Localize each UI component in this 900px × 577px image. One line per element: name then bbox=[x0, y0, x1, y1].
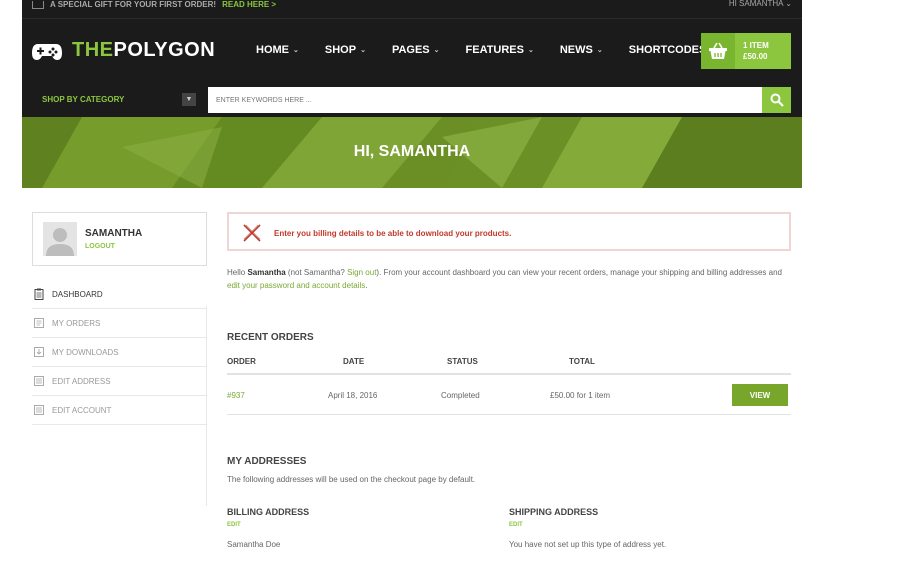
account-menu[interactable]: HI SAMANTHA ⌄ bbox=[729, 0, 792, 8]
orders-table-header: ORDER DATE STATUS TOTAL bbox=[227, 357, 791, 375]
chevron-down-icon: ⌄ bbox=[433, 47, 440, 54]
search-bar: SHOP BY CATEGORY ▼ bbox=[22, 82, 802, 117]
nav-item-shop[interactable]: SHOP ⌄ bbox=[325, 44, 366, 56]
alert-message: Enter you billing details to be able to … bbox=[274, 229, 512, 238]
avatar bbox=[43, 222, 77, 256]
order-date: April 18, 2016 bbox=[328, 391, 378, 400]
chevron-down-icon: ⌄ bbox=[785, 0, 792, 8]
sidebar-item-label: MY ORDERS bbox=[52, 318, 101, 328]
nav-item-features[interactable]: FEATURES ⌄ bbox=[466, 44, 534, 56]
column-header-status: STATUS bbox=[447, 357, 478, 366]
profile-card: SAMANTHA LOGOUT bbox=[32, 212, 207, 266]
chevron-down-icon: ⌄ bbox=[293, 47, 299, 54]
main-nav: HOME ⌄ SHOP ⌄ PAGES ⌄ FEATURES ⌄ NEWS ⌄ SHORT… bbox=[256, 44, 732, 56]
dashboard-intro: Hello Samantha (not Samantha? Sign out).… bbox=[227, 266, 792, 292]
logout-link[interactable]: LOGOUT bbox=[85, 243, 115, 250]
order-status: Completed bbox=[441, 391, 480, 400]
chevron-down-icon: ⌄ bbox=[527, 47, 534, 54]
shipping-address-heading: SHIPPING ADDRESS bbox=[509, 507, 599, 517]
nav-label: SHOP bbox=[324, 44, 357, 56]
cart-item-count: 1 ITEM bbox=[743, 41, 769, 50]
error-x-icon bbox=[243, 224, 261, 242]
top-bar: A SPECIAL GIFT FOR YOUR FIRST ORDER! REA… bbox=[22, 0, 802, 18]
promo-link[interactable]: READ HERE > bbox=[222, 1, 276, 9]
site-logo[interactable]: THEPOLYGON bbox=[32, 39, 215, 62]
gamepad-icon bbox=[32, 43, 62, 60]
clipboard-icon bbox=[34, 288, 44, 300]
sidebar-item-edit-address[interactable]: EDIT ADDRESS bbox=[32, 367, 207, 396]
account-menu-list: DASHBOARD MY ORDERS MY DOWNLOADS EDIT AD… bbox=[32, 280, 207, 425]
order-total: £50.00 for 1 item bbox=[550, 391, 611, 400]
promo-message: A SPECIAL GIFT FOR YOUR FIRST ORDER! REA… bbox=[32, 0, 276, 10]
basket-icon bbox=[701, 33, 735, 69]
order-number-link[interactable]: #937 bbox=[227, 391, 245, 400]
search-input[interactable] bbox=[208, 87, 762, 113]
chevron-down-icon: ⌄ bbox=[596, 47, 603, 54]
sidebar-item-my-orders[interactable]: MY ORDERS bbox=[32, 309, 207, 338]
orders-icon bbox=[34, 318, 44, 328]
edit-account-link[interactable]: edit your password and account details bbox=[227, 281, 365, 290]
cart-total: £50.00 bbox=[743, 52, 768, 61]
edit-billing-link[interactable]: EDIT bbox=[227, 522, 241, 528]
chevron-down-icon: ⌄ bbox=[360, 47, 366, 54]
column-header-order: ORDER bbox=[227, 357, 256, 366]
column-header-date: DATE bbox=[343, 357, 365, 366]
main-header: THEPOLYGON HOME ⌄ SHOP ⌄ PAGES ⌄ FEATURES ⌄ … bbox=[22, 18, 802, 82]
sidebar-item-dashboard[interactable]: DASHBOARD bbox=[32, 280, 207, 309]
shipping-address-value: You have not set up this type of address… bbox=[509, 540, 667, 549]
billing-alert: Enter you billing details to be able to … bbox=[227, 212, 791, 251]
sidebar-item-label: EDIT ADDRESS bbox=[52, 376, 111, 386]
nav-label: NEWS bbox=[559, 44, 593, 56]
account-icon bbox=[34, 405, 44, 415]
account-greeting: HI SAMANTHA bbox=[728, 0, 784, 8]
promo-text: A SPECIAL GIFT FOR YOUR FIRST ORDER! bbox=[50, 0, 217, 9]
page-banner: HI, SAMANTHA bbox=[22, 117, 802, 188]
category-dropdown[interactable]: SHOP BY CATEGORY ▼ bbox=[22, 82, 202, 117]
page-gutter bbox=[0, 0, 22, 577]
search-button[interactable] bbox=[762, 87, 791, 113]
intro-text: ). From your account dashboard you can v… bbox=[376, 268, 782, 277]
table-row: #937 April 18, 2016 Completed £50.00 for… bbox=[227, 376, 791, 415]
page-title: HI, SAMANTHA bbox=[353, 143, 471, 160]
category-label: SHOP BY CATEGORY bbox=[42, 95, 125, 104]
nav-item-shortcodes[interactable]: SHORTCODES bbox=[629, 44, 707, 56]
my-addresses-heading: MY ADDRESSES bbox=[227, 456, 307, 467]
intro-username: Samantha bbox=[247, 268, 286, 277]
billing-address-value: Samantha Doe bbox=[227, 540, 281, 549]
nav-label: HOME bbox=[256, 44, 289, 56]
nav-item-news[interactable]: NEWS ⌄ bbox=[560, 44, 603, 56]
nav-label: SHORTCODES bbox=[628, 44, 707, 56]
gift-icon bbox=[32, 1, 44, 9]
cart-summary: 1 ITEM £50.00 bbox=[735, 40, 769, 62]
column-header-total: TOTAL bbox=[569, 357, 595, 366]
recent-orders-heading: RECENT ORDERS bbox=[227, 332, 314, 343]
sidebar-item-edit-account[interactable]: EDIT ACCOUNT bbox=[32, 396, 207, 425]
chevron-down-icon: ▼ bbox=[182, 93, 196, 106]
logo-text-accent: THE bbox=[72, 39, 114, 61]
intro-text: . bbox=[365, 281, 368, 290]
sidebar-item-label: DASHBOARD bbox=[52, 289, 103, 299]
sidebar-item-my-downloads[interactable]: MY DOWNLOADS bbox=[32, 338, 207, 367]
address-icon bbox=[34, 376, 44, 386]
nav-item-pages[interactable]: PAGES ⌄ bbox=[392, 44, 440, 56]
addresses-note: The following addresses will be used on … bbox=[227, 475, 476, 484]
intro-text: (not Samantha? bbox=[285, 268, 348, 277]
view-order-button[interactable]: VIEW bbox=[732, 384, 788, 406]
nav-item-home[interactable]: HOME ⌄ bbox=[256, 44, 299, 56]
profile-name: SAMANTHA bbox=[85, 228, 143, 239]
nav-label: FEATURES bbox=[465, 44, 524, 56]
search-icon bbox=[770, 93, 784, 107]
sign-out-link[interactable]: Sign out bbox=[347, 268, 376, 277]
download-icon bbox=[34, 347, 44, 357]
logo-text: THEPOLYGON bbox=[72, 39, 215, 62]
sidebar-item-label: MY DOWNLOADS bbox=[52, 347, 119, 357]
cart-button[interactable]: 1 ITEM £50.00 bbox=[701, 33, 791, 69]
billing-address-heading: BILLING ADDRESS bbox=[227, 507, 310, 517]
sidebar-item-label: EDIT ACCOUNT bbox=[52, 405, 112, 415]
nav-label: PAGES bbox=[391, 44, 430, 56]
edit-shipping-link[interactable]: EDIT bbox=[509, 522, 523, 528]
sidebar-divider bbox=[206, 306, 207, 506]
intro-text: Hello bbox=[227, 268, 248, 277]
logo-text-main: POLYGON bbox=[113, 39, 216, 61]
